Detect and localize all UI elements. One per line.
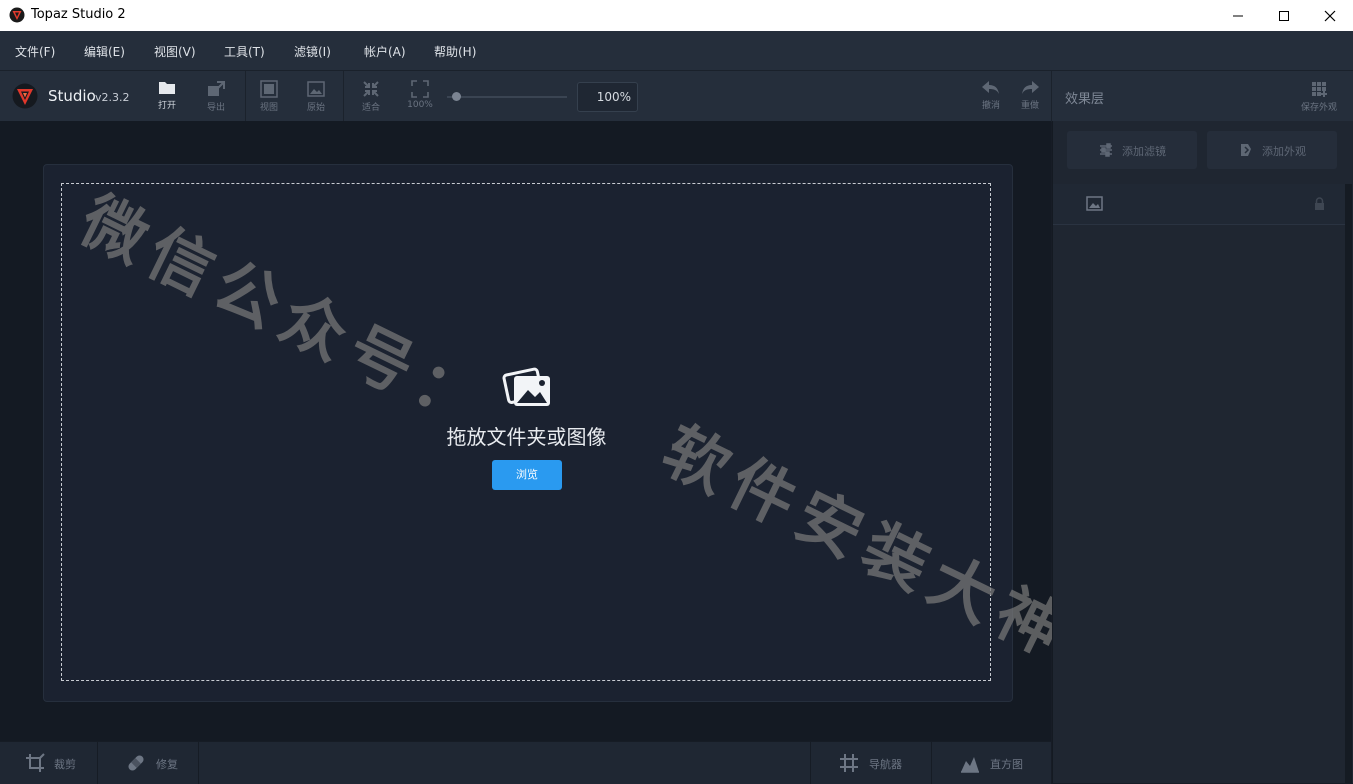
maximize-button[interactable] [1261,0,1307,31]
drop-instruction: 拖放文件夹或图像 [446,425,607,449]
navigator-button[interactable]: 导航器 [811,742,931,784]
bandage-icon [128,755,144,771]
expand-icon [411,80,429,98]
menu-view[interactable]: 视图(V) [154,43,196,60]
folder-icon [159,82,175,94]
studio-version: v2.3.2 [95,91,130,104]
minimize-button[interactable] [1215,0,1261,31]
open-label: 打开 [157,101,176,111]
maximize-icon [1279,11,1289,21]
look-icon [1241,144,1251,156]
menu-file[interactable]: 文件(F) [15,43,55,60]
fit-label: 适合 [361,103,380,113]
repair-label: 修复 [156,758,178,771]
redo-button[interactable]: 重做 [1010,80,1050,114]
crop-label: 裁剪 [54,758,76,771]
undo-icon [982,81,999,94]
bottom-toolbar: 裁剪 修复 导航器 直方图 [0,741,1051,784]
zoom-slider-handle[interactable] [452,92,461,101]
close-icon [1324,10,1336,22]
topaz-logo-icon [9,7,25,23]
menu-edit[interactable]: 编辑(E) [84,43,125,60]
image-icon [1086,196,1103,211]
view-button[interactable]: 视图 [249,80,289,114]
save-look-label: 保存外观 [1300,103,1337,113]
browse-button[interactable]: 浏览 [492,460,562,490]
fit-button[interactable]: 适合 [351,80,391,114]
undo-label: 撤消 [981,101,1000,111]
effects-panel-title: 效果层 [1065,92,1105,107]
crop-icon [26,753,45,772]
zoom-input[interactable]: 100% [577,82,638,112]
original-label: 原始 [306,103,325,113]
effects-panel: 添加滤镜 添加外观 [1052,121,1353,783]
view-label: 视图 [259,103,278,113]
repair-button[interactable]: 修复 [98,742,198,784]
lock-icon [1315,197,1324,210]
base-layer-row[interactable] [1053,184,1346,225]
add-filter-label: 添加滤镜 [1122,145,1166,158]
studio-name: Studio [48,87,96,105]
hash-grid-icon [840,754,858,772]
add-look-button[interactable]: 添加外观 [1207,131,1337,169]
save-look-button[interactable]: 保存外观 [1297,80,1341,114]
zoom-100-label: 100% [407,100,433,110]
menu-filters[interactable]: 滤镜(I) [294,43,331,60]
histogram-label: 直方图 [990,758,1023,771]
image-icon [307,81,325,97]
toolbar-divider [343,71,344,121]
topaz-logo-icon [12,83,38,109]
close-button[interactable] [1307,0,1353,31]
panel-scrollbar[interactable] [1345,184,1352,783]
histogram-button[interactable]: 直方图 [932,742,1051,784]
add-look-label: 添加外观 [1262,145,1306,158]
menu-tools[interactable]: 工具(T) [224,43,265,60]
toolbar: Studio v2.3.2 打开 导出 视图 原始 适合 100% 100% 撤… [0,70,1353,122]
open-button[interactable]: 打开 [147,80,187,114]
compress-icon [363,81,379,97]
export-label: 导出 [206,103,225,113]
menu-help[interactable]: 帮助(H) [434,43,476,60]
menu-bar: 文件(F) 编辑(E) 视图(V) 工具(T) 滤镜(I) 帐户(A) 帮助(H… [0,31,1353,70]
minimize-icon [1233,15,1243,17]
export-icon [208,81,225,96]
toolbar-divider [1051,71,1052,121]
grid-add-icon [1312,82,1327,97]
add-filter-button[interactable]: 添加滤镜 [1067,131,1197,169]
toolbar-divider [245,71,246,121]
histogram-icon [961,757,979,773]
sliders-icon [1100,143,1112,157]
redo-label: 重做 [1020,101,1039,111]
navigator-label: 导航器 [869,758,902,771]
window-title: Topaz Studio 2 [31,7,126,22]
undo-button[interactable]: 撤消 [971,80,1011,114]
crop-button[interactable]: 裁剪 [0,742,97,784]
menu-account[interactable]: 帐户(A) [364,43,406,60]
title-bar: Topaz Studio 2 [0,0,1353,32]
redo-icon [1022,81,1039,94]
zoom-value: 100% [596,90,631,104]
original-button[interactable]: 原始 [296,80,336,114]
zoom-100-button[interactable]: 100% [400,80,440,114]
export-button[interactable]: 导出 [196,80,236,114]
zoom-slider[interactable] [447,96,567,98]
photos-icon [502,367,550,406]
bottom-divider [198,742,199,784]
view-icon [260,80,278,98]
